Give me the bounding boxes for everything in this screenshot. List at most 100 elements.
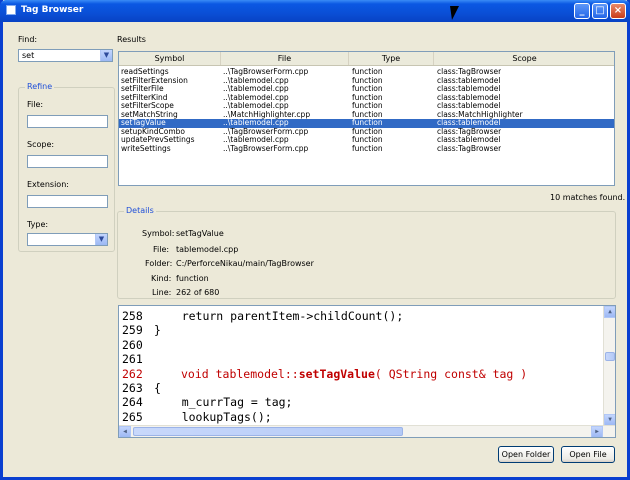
cell-scope: class:TagBrowser: [437, 144, 502, 153]
table-row[interactable]: updatePrevSettings ..\tablemodel.cpp funct…: [119, 136, 614, 145]
cell-type: function: [352, 76, 383, 85]
table-row[interactable]: setFilterScope ..\tablemodel.cpp function c…: [119, 102, 614, 111]
code-viewer[interactable]: 258 return parentItem->childCount(); 259}…: [118, 305, 616, 438]
table-row[interactable]: setTagValue ..\tablemodel.cpp function clas…: [119, 119, 614, 128]
line-number: 264: [122, 395, 143, 410]
cell-scope: class:tablemodel: [437, 136, 501, 144]
cell-symbol: setFilterFile: [121, 85, 164, 93]
cell-scope: class:tablemodel: [437, 119, 501, 127]
code-line: 262 void tablemodel::setTagValue( QString…: [119, 367, 604, 382]
code-line: 259}: [119, 323, 604, 338]
results-header: Symbol File Type Scope: [119, 52, 614, 66]
line-number: 261: [122, 352, 143, 367]
cell-symbol: setFilterExtension: [121, 76, 188, 85]
table-row[interactable]: setupKindCombo ..\TagBrowserForm.cpp funct…: [119, 128, 614, 137]
scope-filter-input[interactable]: [27, 155, 108, 168]
cell-scope: class:tablemodel: [437, 76, 501, 85]
find-label: Find:: [18, 35, 38, 44]
results-table[interactable]: Symbol File Type Scope readSettings ..\Ta…: [118, 51, 615, 186]
code-text: return parentItem->childCount();: [154, 309, 404, 323]
cell-type: function: [352, 93, 383, 102]
detail-file-label: File:: [153, 245, 170, 254]
minimize-button[interactable]: _: [574, 3, 590, 19]
cell-symbol: setTagValue: [121, 119, 166, 127]
cell-scope: class:tablemodel: [437, 102, 501, 110]
scroll-right-icon[interactable]: ▶: [591, 426, 603, 437]
code-line: 265 lookupTags();: [119, 410, 604, 425]
cell-file: ..\MatchHighlighter.cpp: [223, 110, 311, 119]
code-line: 263 {: [119, 381, 604, 396]
cell-type: function: [352, 110, 383, 119]
line-number: 259: [122, 323, 143, 338]
vertical-scroll-thumb[interactable]: [605, 352, 615, 361]
cell-symbol: setMatchString: [121, 110, 178, 119]
vertical-scrollbar[interactable]: ▲ ▼: [603, 306, 615, 426]
line-number: 260: [122, 337, 143, 352]
details-title: Details: [124, 206, 156, 215]
app-icon: [6, 5, 16, 15]
code-text: m_currTag = tag;: [154, 395, 293, 410]
find-combo[interactable]: set ▼: [18, 49, 113, 62]
cell-symbol: writeSettings: [121, 144, 171, 153]
window-title: Tag Browser: [21, 5, 84, 15]
detail-kind-label: Kind:: [151, 274, 172, 283]
code-text: lookupTags();: [154, 409, 272, 424]
cell-symbol: setupKindCombo: [121, 127, 185, 136]
code-line: 264 m_currTag = tag;: [119, 395, 604, 410]
chevron-down-icon[interactable]: ▼: [100, 50, 112, 61]
cell-type: function: [352, 127, 383, 136]
match-count: 10 matches found.: [550, 193, 626, 202]
column-header-file[interactable]: File: [221, 52, 349, 65]
cell-file: ..\tablemodel.cpp: [223, 85, 289, 93]
file-filter-label: File:: [27, 100, 44, 109]
line-number: 258: [122, 309, 143, 323]
open-folder-button[interactable]: Open Folder: [498, 446, 554, 463]
extension-filter-label: Extension:: [27, 180, 69, 189]
table-row[interactable]: setFilterKind ..\tablemodel.cpp function cl…: [119, 94, 614, 103]
line-number: 263: [122, 381, 143, 395]
scroll-left-icon[interactable]: ◀: [119, 426, 131, 437]
results-label: Results: [117, 35, 146, 44]
column-header-symbol[interactable]: Symbol: [119, 52, 221, 65]
line-number: 262: [122, 366, 143, 381]
cell-type: function: [352, 144, 383, 153]
open-file-button[interactable]: Open File: [561, 446, 615, 463]
extension-filter-input[interactable]: [27, 195, 108, 208]
detail-file-value: tablemodel.cpp: [176, 245, 239, 254]
title-bar[interactable]: Tag Browser _ □ ×: [0, 0, 630, 22]
maximize-button[interactable]: □: [592, 3, 608, 19]
cell-type: function: [352, 85, 383, 93]
cell-file: ..\TagBrowserForm.cpp: [223, 68, 309, 76]
code-line: 260: [119, 338, 604, 353]
code-text: {: [154, 381, 161, 395]
code-text: void tablemodel::setTagValue( QString co…: [181, 367, 527, 382]
file-filter-input[interactable]: [27, 115, 108, 128]
cell-symbol: updatePrevSettings: [121, 136, 195, 144]
table-row[interactable]: setMatchString ..\MatchHighlighter.cpp fun…: [119, 111, 614, 120]
horizontal-scroll-thumb[interactable]: [133, 427, 403, 436]
cell-file: ..\tablemodel.cpp: [223, 76, 289, 85]
cell-symbol: readSettings: [121, 68, 169, 76]
mouse-cursor-icon: [450, 6, 461, 20]
chevron-down-icon[interactable]: ▼: [95, 234, 107, 245]
code-text: }: [154, 323, 161, 338]
code-line: 261: [119, 352, 604, 367]
scroll-up-icon[interactable]: ▲: [604, 306, 615, 318]
detail-line-value: 262 of 680: [176, 288, 220, 297]
table-row[interactable]: readSettings ..\TagBrowserForm.cpp functio…: [119, 68, 614, 77]
table-row[interactable]: setFilterExtension ..\tablemodel.cpp funct…: [119, 77, 614, 86]
type-filter-label: Type:: [27, 220, 49, 229]
column-header-type[interactable]: Type: [349, 52, 434, 65]
find-value: set: [22, 51, 35, 60]
close-button[interactable]: ×: [610, 3, 626, 19]
table-row[interactable]: setFilterFile ..\tablemodel.cpp function cl…: [119, 85, 614, 94]
type-filter-combo[interactable]: ▼: [27, 233, 108, 246]
cell-symbol: setFilterKind: [121, 93, 168, 102]
column-header-scope[interactable]: Scope: [434, 52, 614, 65]
horizontal-scrollbar[interactable]: ◀ ▶: [119, 425, 615, 437]
detail-symbol-value: setTagValue: [176, 229, 224, 238]
detail-line-label: Line:: [152, 288, 172, 297]
refine-title: Refine: [25, 82, 55, 91]
cell-scope: class:TagBrowser: [437, 127, 502, 136]
table-row[interactable]: writeSettings ..\TagBrowserForm.cpp functi…: [119, 145, 614, 154]
